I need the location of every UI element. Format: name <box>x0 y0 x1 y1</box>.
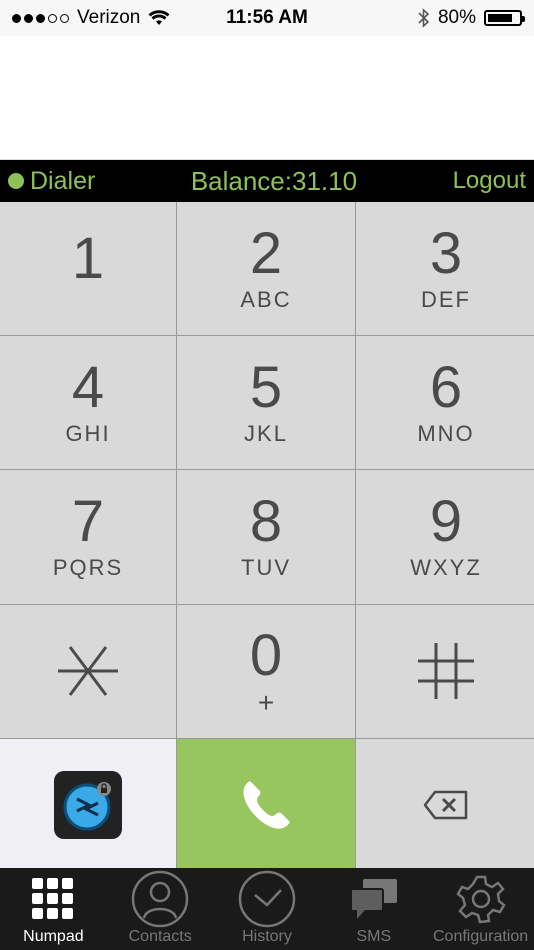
asterisk-icon <box>58 646 118 697</box>
tab-label: Configuration <box>432 928 529 945</box>
tab-bar: Numpad Contacts History SMS Configuratio… <box>0 868 534 950</box>
key-star[interactable] <box>0 604 176 738</box>
dialer-header: Dialer Balance:31.10 Logout <box>0 160 534 202</box>
key-letters: DEF <box>421 286 471 312</box>
grid-icon <box>32 878 74 919</box>
key-digit: 9 <box>429 488 463 554</box>
key-letters: JKL <box>244 420 288 446</box>
signal-strength-icon <box>12 13 69 23</box>
header-title-group: Dialer <box>8 167 95 196</box>
key-digit: 5 <box>249 354 283 420</box>
status-left: Verizon <box>12 7 170 29</box>
tab-history[interactable]: History <box>214 870 320 946</box>
tab-label: Numpad <box>23 928 84 945</box>
tab-label: History <box>242 928 292 945</box>
battery-icon <box>484 10 525 26</box>
key-letters: TUV <box>241 554 291 580</box>
key-3[interactable]: 3 DEF <box>356 202 534 336</box>
key-8[interactable]: 8 TUV <box>177 470 355 604</box>
key-4[interactable]: 4 GHI <box>0 336 176 470</box>
tab-contacts[interactable]: Contacts <box>107 870 213 946</box>
key-digit: 0 <box>249 623 283 689</box>
key-letters: PQRS <box>52 554 124 580</box>
chat-icon <box>349 879 397 919</box>
key-letters: WXYZ <box>410 554 482 580</box>
key-7[interactable]: 7 PQRS <box>0 470 176 604</box>
status-bar: Verizon 11:56 AM 80% <box>0 0 534 36</box>
app-launcher-button[interactable] <box>0 738 176 872</box>
app-logo-icon <box>54 771 122 840</box>
key-5[interactable]: 5 JKL <box>177 336 355 470</box>
key-letters: GHI <box>65 420 111 446</box>
key-hash[interactable] <box>356 604 534 738</box>
key-digit: 1 <box>71 225 105 291</box>
person-icon <box>131 870 189 928</box>
tab-label: SMS <box>356 928 392 945</box>
key-digit: 2 <box>249 220 283 286</box>
backspace-button[interactable] <box>356 738 534 872</box>
tab-numpad[interactable]: Numpad <box>0 870 106 946</box>
key-letters: ABC <box>240 286 292 312</box>
call-button[interactable] <box>177 738 355 872</box>
battery-percent: 80% <box>437 7 476 28</box>
key-6[interactable]: 6 MNO <box>356 336 534 470</box>
bluetooth-icon <box>418 8 430 28</box>
clock-icon <box>238 870 296 928</box>
gear-icon <box>455 875 506 924</box>
phone-icon <box>243 781 290 829</box>
status-right: 80% <box>418 7 525 29</box>
key-0[interactable]: 0 + <box>177 604 355 738</box>
key-letters: MNO <box>417 420 475 446</box>
key-digit: 3 <box>429 220 463 286</box>
online-status-dot <box>8 173 24 189</box>
carrier-name: Verizon <box>77 7 141 28</box>
backspace-icon <box>423 791 468 820</box>
number-display[interactable] <box>0 36 534 160</box>
hash-icon <box>418 643 474 700</box>
tab-sms[interactable]: SMS <box>321 870 427 946</box>
key-2[interactable]: 2 ABC <box>177 202 355 336</box>
key-1[interactable]: 1 <box>0 202 176 336</box>
key-digit: 7 <box>71 488 105 554</box>
keypad: 1 2 ABC 3 DEF 4 GHI 5 JKL 6 MNO 7 PQRS 8… <box>0 202 534 872</box>
key-digit: 8 <box>249 488 283 554</box>
balance-label: Balance:31.10 <box>190 165 358 196</box>
key-digit: 6 <box>429 354 463 420</box>
key-digit: 4 <box>71 354 105 420</box>
logout-button[interactable]: Logout <box>453 167 526 195</box>
battery-fill <box>488 14 512 22</box>
wifi-icon <box>148 10 170 25</box>
key-plus: + <box>257 687 275 719</box>
tab-label: Contacts <box>128 928 192 945</box>
key-9[interactable]: 9 WXYZ <box>356 470 534 604</box>
header-title: Dialer <box>30 166 96 195</box>
tab-configuration[interactable]: Configuration <box>428 870 534 946</box>
